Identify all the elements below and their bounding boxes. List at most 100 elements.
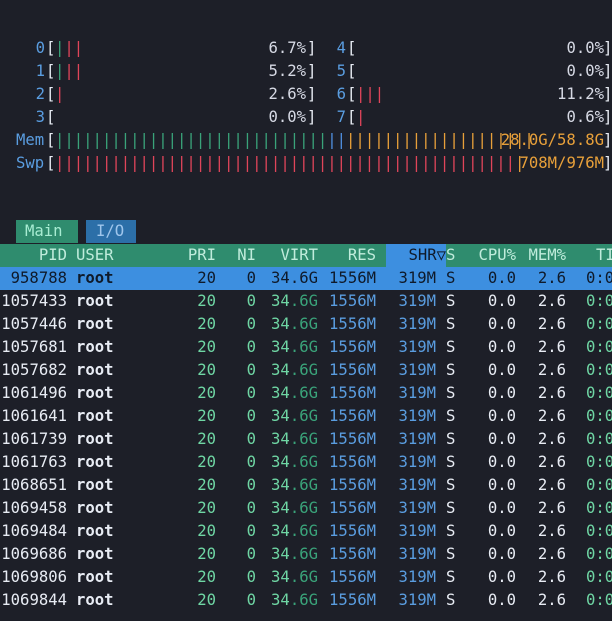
process-time: 0:0 <box>586 453 612 471</box>
process-virt: 34.6G <box>271 453 318 471</box>
process-user: root <box>76 361 114 379</box>
process-time: 0:0 <box>586 384 612 402</box>
process-time: 0:0 <box>586 315 612 333</box>
column-cpu[interactable]: CPU% <box>466 244 516 267</box>
process-mem: 2.6 <box>537 453 566 471</box>
process-mem: 2.6 <box>537 430 566 448</box>
column-pid[interactable]: PID <box>0 244 67 267</box>
process-ni: 0 <box>246 545 256 563</box>
column-virt[interactable]: VIRT <box>266 244 318 267</box>
column-time[interactable]: TI <box>596 244 612 267</box>
process-pid: 1068651 <box>1 476 67 494</box>
column-mem[interactable]: MEM% <box>516 244 566 267</box>
process-res: 1556M <box>329 568 376 586</box>
process-ni: 0 <box>246 499 256 517</box>
meter-bracket-close: ] <box>603 108 612 126</box>
process-row-selected[interactable]: 958788 root 20 0 34.6G 1556M 319M S 0.0 2.6 0:0 <box>0 267 612 290</box>
process-time: 0:0 <box>586 591 612 609</box>
meter-bracket-open: [ <box>46 154 56 172</box>
cpu-percent: 2.6% <box>268 85 306 103</box>
meter-bracket-open: [ <box>46 108 56 126</box>
process-cpu: 0.0 <box>487 591 516 609</box>
cpu-label: 6 <box>336 85 346 103</box>
process-cpu: 0.0 <box>487 568 516 586</box>
process-virt: 34.6G <box>271 315 318 333</box>
process-virt: 34.6G <box>271 568 318 586</box>
process-user: root <box>76 545 114 563</box>
process-pid: 958788 <box>10 269 67 287</box>
process-pri: 20 <box>197 361 216 379</box>
process-row[interactable]: 1069686 root 20 0 34.6G 1556M 319M S 0.0 2.6 0:0 <box>0 543 612 566</box>
process-pri: 20 <box>197 269 216 287</box>
process-user: root <box>76 522 114 540</box>
process-mem: 2.6 <box>537 361 566 379</box>
column-res[interactable]: RES <box>326 244 376 267</box>
column-user[interactable]: USER <box>76 244 114 267</box>
process-row[interactable]: 1069806 root 20 0 34.6G 1556M 319M S 0.0 2.6 0:0 <box>0 566 612 589</box>
process-row[interactable]: 1069484 root 20 0 34.6G 1556M 319M S 0.0 2.6 0:0 <box>0 520 612 543</box>
tab-io[interactable]: I/O <box>86 220 136 243</box>
process-shr: 319M <box>398 453 436 471</box>
process-state: S <box>446 292 456 310</box>
process-time: 0:0 <box>586 430 612 448</box>
process-shr: 319M <box>398 476 436 494</box>
process-user: root <box>76 591 114 609</box>
process-ni: 0 <box>246 522 256 540</box>
process-row[interactable]: 1057681 root 20 0 34.6G 1556M 319M S 0.0 2.6 0:0 <box>0 336 612 359</box>
process-ni: 0 <box>246 407 256 425</box>
cpu-percent: 6.7% <box>268 39 306 57</box>
process-row[interactable]: 1057682 root 20 0 34.6G 1556M 319M S 0.0 2.6 0:0 <box>0 359 612 382</box>
process-row[interactable]: 1069844 root 20 0 34.6G 1556M 319M S 0.0 2.6 0:0 <box>0 589 612 612</box>
process-mem: 2.6 <box>537 315 566 333</box>
process-cpu: 0.0 <box>487 499 516 517</box>
process-row[interactable]: 1061496 root 20 0 34.6G 1556M 319M S 0.0 2.6 0:0 <box>0 382 612 405</box>
process-shr: 319M <box>398 315 436 333</box>
process-user: root <box>76 384 114 402</box>
process-shr: 319M <box>398 545 436 563</box>
process-state: S <box>446 568 456 586</box>
process-virt: 34.6G <box>271 522 318 540</box>
process-state: S <box>446 269 456 287</box>
column-pri[interactable]: PRI <box>176 244 216 267</box>
process-user: root <box>76 269 114 287</box>
process-cpu: 0.0 <box>487 407 516 425</box>
meter-bar: ||| <box>55 62 84 80</box>
process-cpu: 0.0 <box>487 315 516 333</box>
process-row[interactable]: 1061739 root 20 0 34.6G 1556M 319M S 0.0 2.6 0:0 <box>0 428 612 451</box>
mem-value: 28.0G/58.8G <box>500 131 604 149</box>
process-shr: 319M <box>398 407 436 425</box>
process-row[interactable]: 1057446 root 20 0 34.6G 1556M 319M S 0.0 2.6 0:0 <box>0 313 612 336</box>
cpu-percent: 11.2% <box>557 85 604 103</box>
process-shr: 319M <box>398 522 436 540</box>
column-shr[interactable]: SHR▽ <box>392 244 446 267</box>
process-state: S <box>446 476 456 494</box>
process-shr: 319M <box>398 361 436 379</box>
column-ni[interactable]: NI <box>226 244 256 267</box>
process-row[interactable]: 1069458 root 20 0 34.6G 1556M 319M S 0.0 2.6 0:0 <box>0 497 612 520</box>
process-ni: 0 <box>246 430 256 448</box>
process-pri: 20 <box>197 407 216 425</box>
cpu-percent: 5.2% <box>268 62 306 80</box>
process-cpu: 0.0 <box>487 453 516 471</box>
process-pri: 20 <box>197 591 216 609</box>
process-pid: 1061496 <box>1 384 67 402</box>
process-pid: 1061739 <box>1 430 67 448</box>
meter-bar: | <box>356 108 366 126</box>
meter-bracket-open: [ <box>46 39 56 57</box>
process-pid: 1069686 <box>1 545 67 563</box>
process-mem: 2.6 <box>537 568 566 586</box>
process-mem: 2.6 <box>537 292 566 310</box>
process-pid: 1057682 <box>1 361 67 379</box>
process-state: S <box>446 315 456 333</box>
process-row[interactable]: 1057433 root 20 0 34.6G 1556M 319M S 0.0 2.6 0:0 <box>0 290 612 313</box>
process-state: S <box>446 384 456 402</box>
tab-main[interactable]: Main <box>16 220 78 243</box>
process-row[interactable]: 1068651 root 20 0 34.6G 1556M 319M S 0.0 2.6 0:0 <box>0 474 612 497</box>
process-res: 1556M <box>329 338 376 356</box>
process-row[interactable]: 1061763 root 20 0 34.6G 1556M 319M S 0.0 2.6 0:0 <box>0 451 612 474</box>
process-row[interactable]: 1061641 root 20 0 34.6G 1556M 319M S 0.0 2.6 0:0 <box>0 405 612 428</box>
column-state[interactable]: S <box>446 244 455 267</box>
process-user: root <box>76 476 114 494</box>
process-shr: 319M <box>398 384 436 402</box>
process-mem: 2.6 <box>537 338 566 356</box>
